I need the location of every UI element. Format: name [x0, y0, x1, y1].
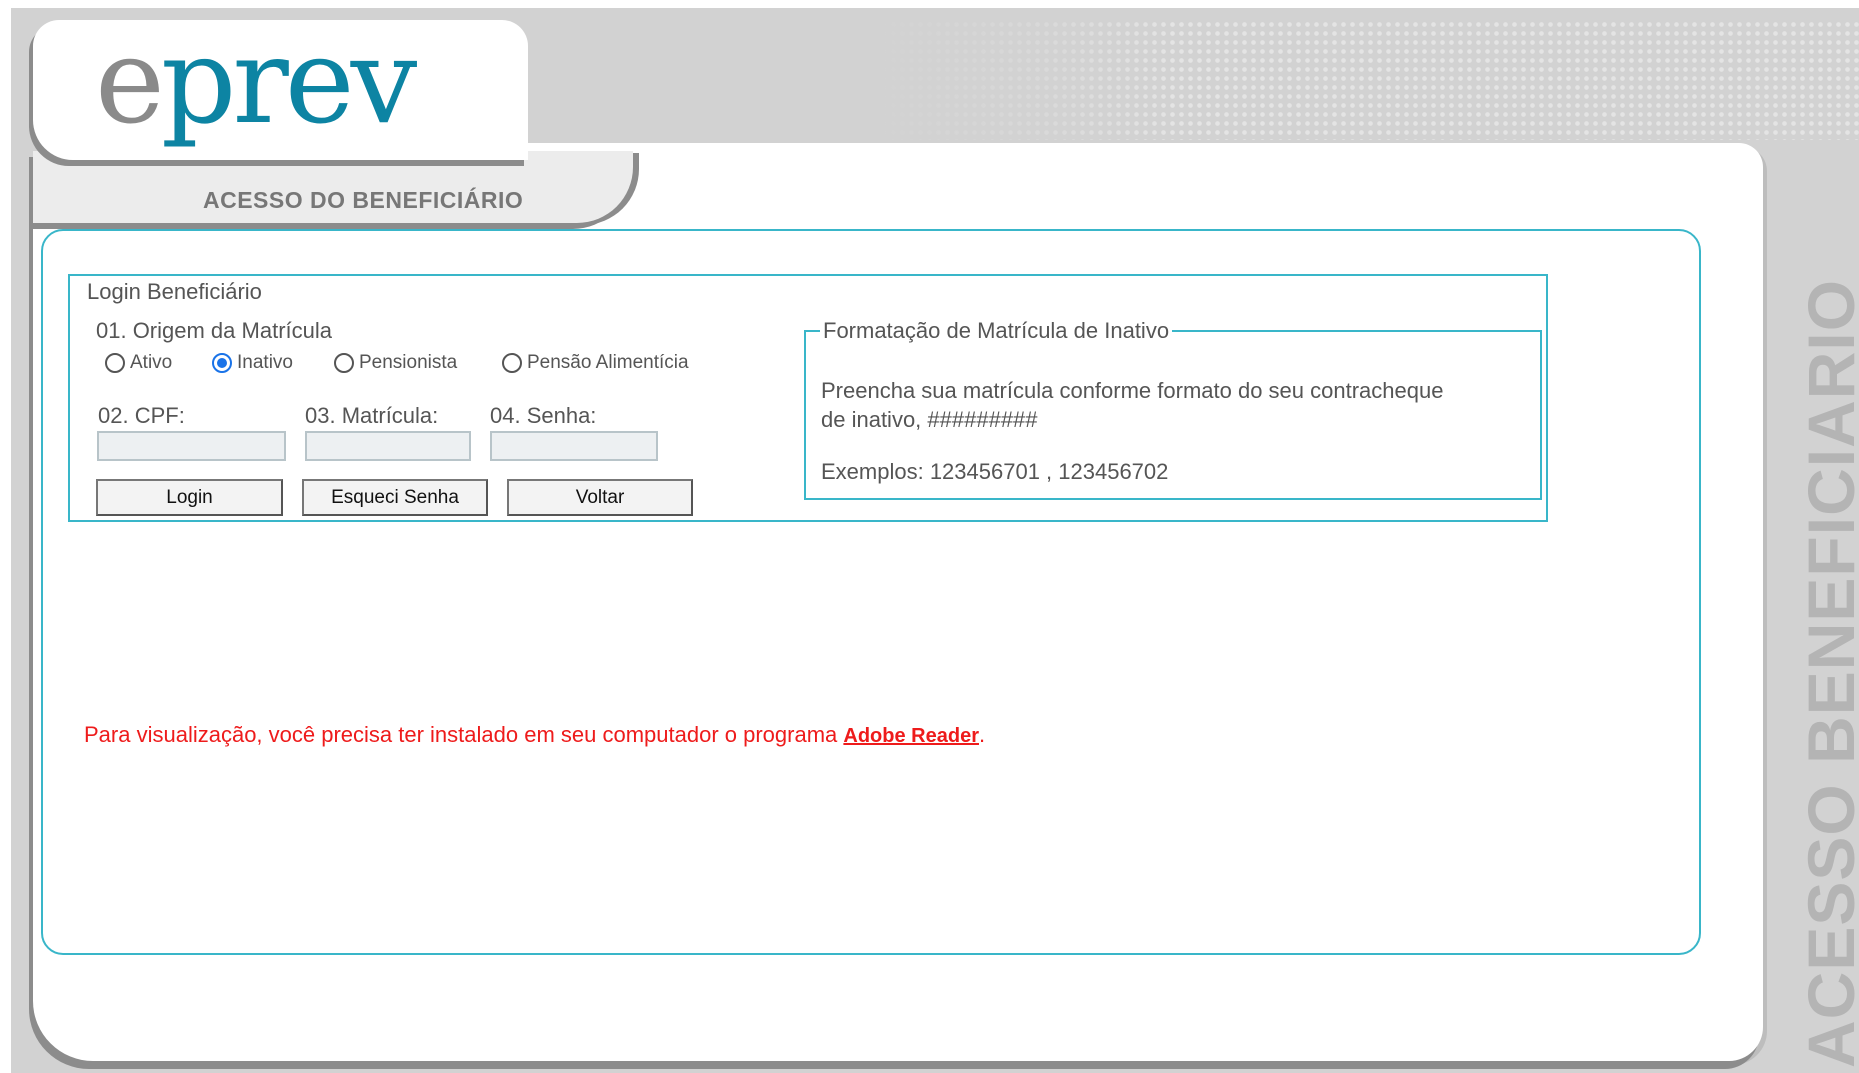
radio-pensao-alimenticia[interactable]: Pensão Alimentícia [502, 352, 689, 374]
radio-pensionista-label: Pensionista [359, 352, 458, 373]
radio-ativo-control[interactable] [105, 353, 125, 373]
senha-label: 04. Senha: [490, 403, 597, 428]
radio-ativo-label: Ativo [130, 352, 173, 373]
dot-pattern-fade [871, 20, 1171, 140]
radio-inativo-label: Inativo [237, 352, 293, 373]
radio-pensionista[interactable]: Pensionista [334, 352, 457, 374]
notice-suffix: . [978, 722, 986, 747]
radio-pensao-alimenticia-label: Pensão Alimentícia [527, 352, 689, 373]
adobe-reader-notice: Para visualização, você precisa ter inst… [84, 722, 985, 748]
radio-inativo[interactable]: Inativo [212, 352, 293, 374]
eprev-logo: eprev [95, 22, 417, 140]
radio-pensionista-control[interactable] [334, 353, 354, 373]
cpf-label: 02. CPF: [98, 403, 185, 428]
login-button[interactable]: Login [96, 479, 283, 516]
side-title: ACESSO BENEFICIARIO [1794, 278, 1859, 1068]
back-button[interactable]: Voltar [507, 479, 693, 516]
format-legend: Formatação de Matrícula de Inativo [820, 318, 1173, 344]
logo-letter-e: e [95, 12, 165, 150]
matricula-input[interactable] [305, 431, 471, 461]
forgot-password-button[interactable]: Esqueci Senha [302, 479, 488, 516]
origin-label: 01. Origem da Matrícula [96, 318, 332, 343]
senha-input[interactable] [490, 431, 658, 461]
radio-inativo-control[interactable] [212, 353, 232, 373]
logo-tab: eprev [33, 20, 528, 160]
page-title: ACESSO DO BENEFICIÁRIO [203, 187, 524, 213]
page-title-tab: ACESSO DO BENEFICIÁRIO [33, 151, 633, 223]
matricula-label: 03. Matrícula: [305, 403, 439, 428]
cpf-input[interactable] [97, 431, 286, 461]
radio-pensao-alimenticia-control[interactable] [502, 353, 522, 373]
adobe-reader-link[interactable]: Adobe Reader [843, 725, 979, 747]
notice-text: Para visualização, você precisa ter inst… [84, 722, 844, 747]
login-legend: Login Beneficiário [84, 279, 265, 305]
logo-text: prev [160, 12, 417, 150]
format-instruction-line1: Preencha sua matrícula conforme formato … [821, 378, 1444, 403]
format-examples: Exemplos: 123456701 , 123456702 [821, 459, 1169, 484]
radio-ativo[interactable]: Ativo [105, 352, 172, 374]
format-instruction-line2: de inativo, ######### [821, 407, 1038, 432]
